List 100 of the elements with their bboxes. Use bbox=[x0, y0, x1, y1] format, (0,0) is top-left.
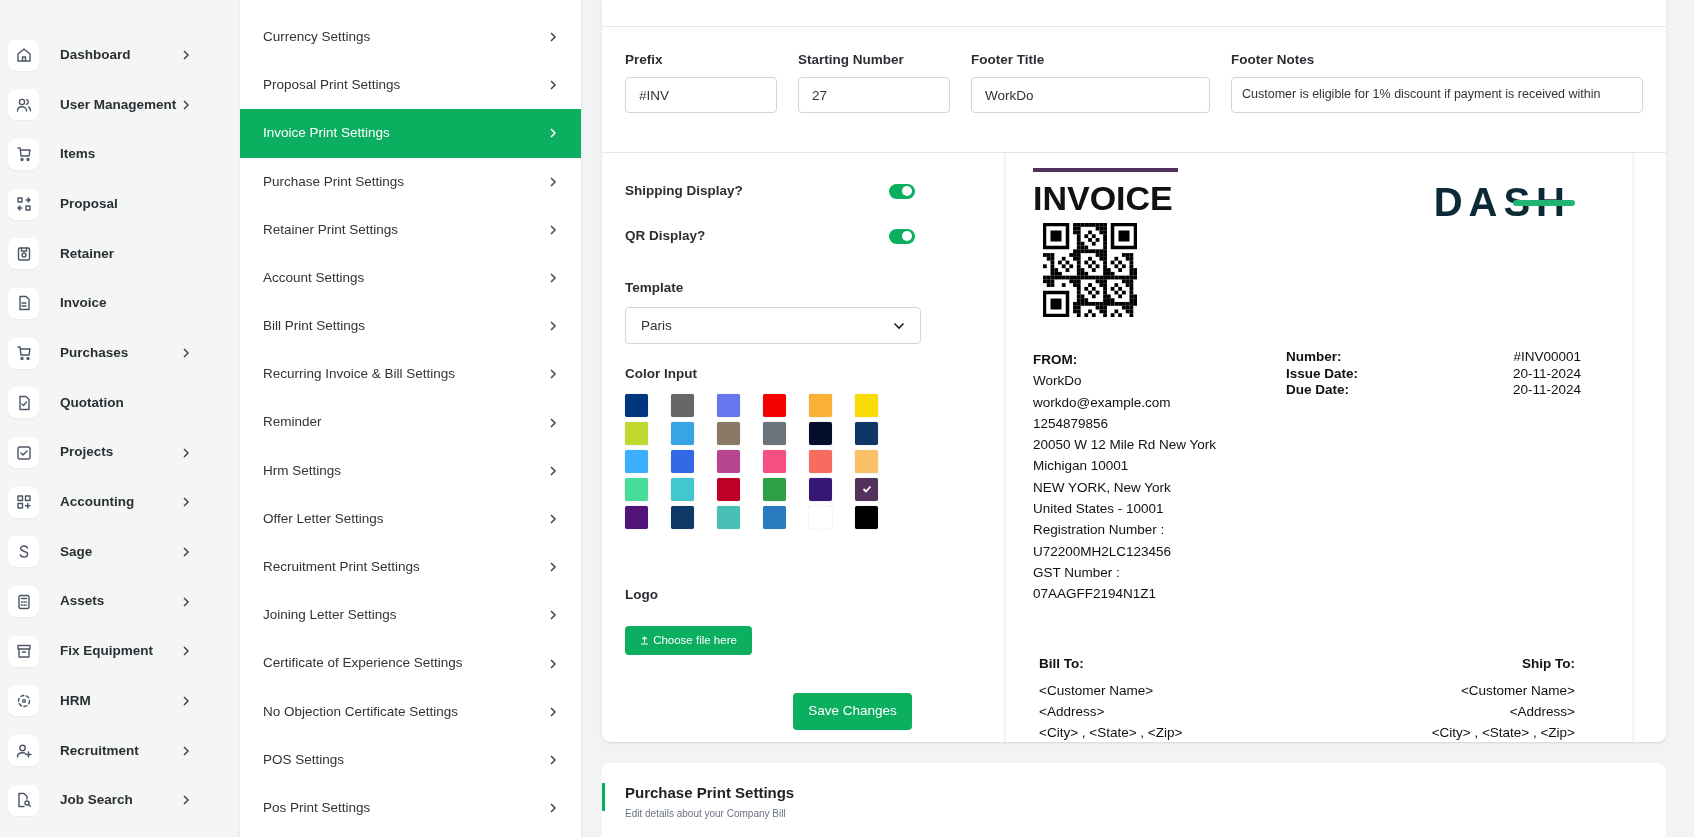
sidebar-item[interactable]: Assets bbox=[8, 585, 190, 618]
address-line: <Address> bbox=[1509, 703, 1575, 722]
color-swatch[interactable] bbox=[717, 421, 740, 445]
color-swatch[interactable] bbox=[671, 421, 694, 445]
color-swatch[interactable] bbox=[717, 477, 740, 501]
meta-value: #INV00001 bbox=[1513, 349, 1581, 366]
chevron-right-icon bbox=[182, 545, 190, 558]
settings-menu-item[interactable]: Pos Print Settings bbox=[240, 784, 581, 833]
chevron-right-icon bbox=[549, 127, 557, 140]
chevron-down-icon bbox=[893, 321, 905, 330]
sidebar-item[interactable]: User Management bbox=[8, 88, 190, 121]
sidebar-item[interactable]: Projects bbox=[8, 436, 190, 469]
address-line: <Customer Name> bbox=[1039, 681, 1155, 700]
color-swatch[interactable] bbox=[671, 393, 694, 417]
settings-menu-item[interactable]: Recurring Invoice & Bill Settings bbox=[240, 350, 581, 399]
settings-menu-item[interactable]: Bill Print Settings bbox=[240, 302, 581, 351]
checkbox-icon bbox=[14, 443, 33, 462]
sidebar-item[interactable]: Purchases bbox=[8, 337, 190, 370]
color-swatch[interactable] bbox=[625, 421, 648, 445]
sender-detail: United States - 10001 bbox=[1033, 500, 1165, 519]
settings-menu-item[interactable]: Certificate of Experience Settings bbox=[240, 639, 581, 688]
color-swatch[interactable] bbox=[855, 421, 878, 445]
sidebar-item[interactable]: Items bbox=[8, 138, 190, 171]
color-swatch[interactable] bbox=[625, 393, 648, 417]
settings-menu-item[interactable]: Account Settings bbox=[240, 253, 581, 303]
grid-plus-icon bbox=[14, 493, 33, 512]
sidebar-item[interactable]: Invoice bbox=[8, 287, 190, 320]
sender-detail: Michigan 10001 bbox=[1033, 457, 1130, 476]
color-swatch[interactable] bbox=[763, 393, 786, 417]
sidebar-item[interactable]: Recruitment bbox=[8, 734, 190, 767]
input-field[interactable]: #INV bbox=[625, 77, 777, 114]
color-swatch[interactable] bbox=[763, 449, 786, 473]
color-swatch[interactable] bbox=[809, 477, 832, 501]
color-swatch[interactable] bbox=[809, 393, 832, 417]
invoice-title: INVOICE bbox=[1033, 181, 1174, 215]
sidebar-item[interactable]: Retainer bbox=[8, 237, 190, 270]
chevron-right-icon bbox=[182, 744, 190, 757]
chevron-right-icon bbox=[549, 31, 557, 44]
settings-menu-item[interactable]: Retainer Print Settings bbox=[240, 205, 581, 254]
settings-menu-item[interactable]: Currency Settings bbox=[240, 13, 581, 62]
chevron-right-icon bbox=[182, 496, 190, 509]
color-swatch[interactable] bbox=[763, 505, 786, 529]
template-label: Template bbox=[625, 279, 685, 297]
color-swatch[interactable] bbox=[717, 505, 740, 529]
color-swatch[interactable] bbox=[763, 477, 786, 501]
sidebar-item[interactable]: Dashboard bbox=[8, 39, 190, 71]
upload-icon bbox=[640, 635, 650, 645]
color-input-label: Color Input bbox=[625, 365, 698, 384]
ship-to-heading: Ship To: bbox=[1522, 654, 1575, 673]
chevron-right-icon bbox=[549, 272, 557, 285]
color-swatch[interactable] bbox=[625, 505, 648, 529]
settings-menu-item[interactable]: Reminder bbox=[240, 398, 581, 447]
toggle-switch[interactable] bbox=[889, 228, 915, 244]
sidebar-item[interactable]: HRM bbox=[8, 684, 190, 717]
sidebar-item[interactable]: Proposal bbox=[8, 188, 190, 221]
settings-menu-item[interactable]: Recruitment Print Settings bbox=[240, 543, 581, 592]
color-swatch[interactable] bbox=[625, 477, 648, 501]
settings-menu-item[interactable]: Joining Letter Settings bbox=[240, 591, 581, 640]
settings-menu-item[interactable]: Offer Letter Settings bbox=[240, 494, 581, 544]
sidebar-item[interactable]: Fix Equipment bbox=[8, 635, 190, 668]
color-swatch[interactable] bbox=[671, 505, 694, 529]
input-field[interactable]: WorkDo bbox=[971, 77, 1210, 114]
color-swatch[interactable] bbox=[625, 449, 648, 473]
chevron-right-icon bbox=[182, 347, 190, 360]
color-swatch[interactable] bbox=[855, 393, 878, 417]
color-swatch[interactable] bbox=[855, 449, 878, 473]
sidebar-item[interactable]: Accounting bbox=[8, 486, 190, 519]
settings-menu-item[interactable]: POS Settings bbox=[240, 735, 581, 784]
home-icon bbox=[14, 46, 33, 64]
toggle-switch[interactable] bbox=[889, 183, 915, 199]
color-swatch[interactable] bbox=[717, 393, 740, 417]
color-swatch[interactable] bbox=[671, 449, 694, 473]
chevron-right-icon bbox=[182, 794, 190, 807]
sidebar-item[interactable]: Job Search bbox=[8, 784, 190, 817]
textarea-field[interactable]: Customer is eligible for 1% discount if payment is received within bbox=[1231, 77, 1643, 114]
sidebar-item[interactable]: Quotation bbox=[8, 386, 190, 419]
color-swatch[interactable] bbox=[809, 421, 832, 445]
sidebar-item[interactable]: Sage bbox=[8, 535, 190, 568]
settings-menu-item[interactable]: No Objection Certificate Settings bbox=[240, 687, 581, 736]
template-dropdown[interactable]: Paris bbox=[625, 307, 921, 345]
field-label: Footer Notes bbox=[1231, 51, 1316, 69]
input-field[interactable]: 27 bbox=[798, 77, 950, 114]
settings-menu-item[interactable]: Hrm Settings bbox=[240, 446, 581, 495]
color-swatch[interactable] bbox=[763, 421, 786, 445]
color-swatch[interactable] bbox=[855, 505, 878, 529]
chevron-right-icon bbox=[549, 464, 557, 477]
color-swatch[interactable] bbox=[717, 449, 740, 473]
color-swatch[interactable] bbox=[809, 505, 832, 529]
from-heading: FROM: bbox=[1033, 351, 1079, 369]
sender-detail: U72200MH2LC123456 bbox=[1033, 542, 1173, 561]
settings-menu-item[interactable]: Purchase Print Settings bbox=[240, 157, 581, 206]
settings-menu-item[interactable]: Proposal Print Settings bbox=[240, 61, 581, 110]
toggle-label: QR Display? bbox=[625, 226, 706, 245]
address-line: <City> , <State> , <Zip> bbox=[1431, 724, 1575, 742]
section-title: Purchase Print Settings bbox=[625, 783, 796, 803]
meta-label: Issue Date: bbox=[1286, 365, 1359, 382]
color-swatch[interactable] bbox=[671, 477, 694, 501]
color-swatch[interactable] bbox=[809, 449, 832, 473]
archive-icon bbox=[14, 642, 33, 661]
color-swatch[interactable] bbox=[855, 477, 878, 501]
